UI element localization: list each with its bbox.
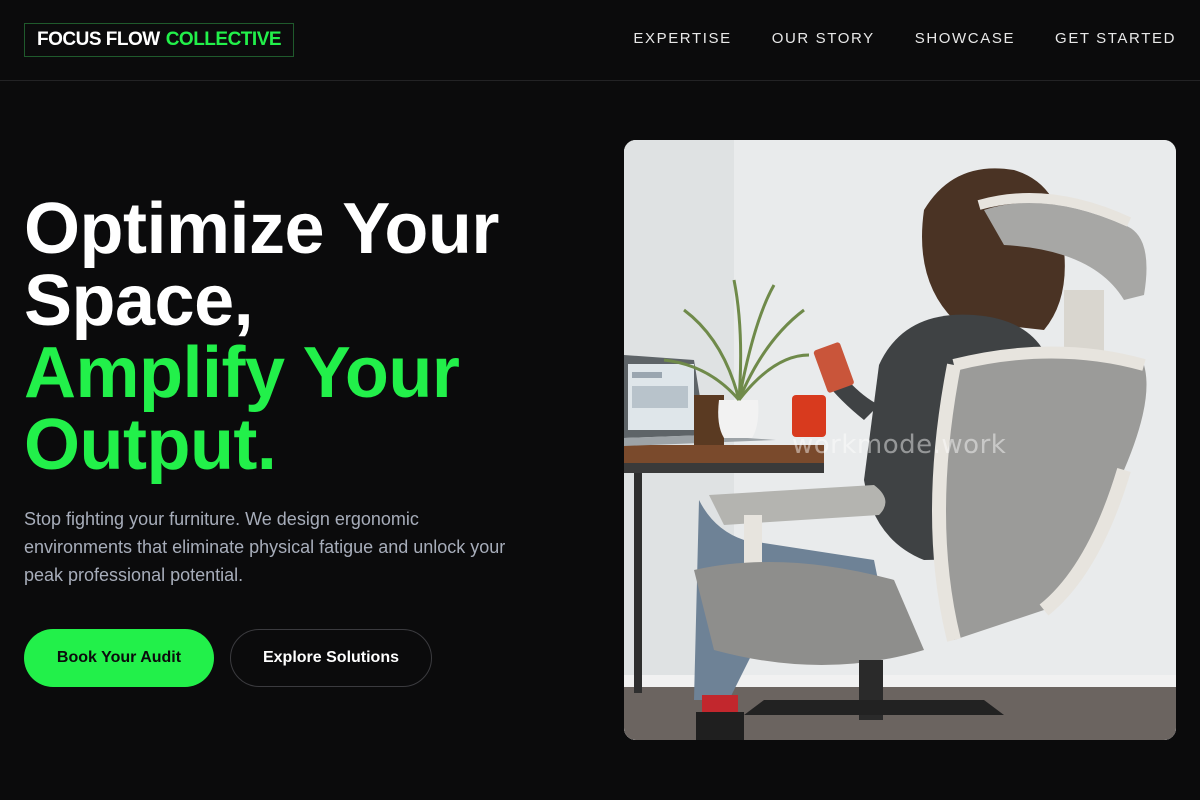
image-watermark: workmode.work — [792, 430, 1007, 460]
nav-item-our-story[interactable]: OUR STORY — [772, 30, 875, 48]
nav-item-showcase[interactable]: SHOWCASE — [915, 30, 1015, 48]
brand-name-primary: FOCUS FLOW — [37, 29, 160, 50]
hero-image: workmode.work — [624, 140, 1176, 740]
book-audit-button[interactable]: Book Your Audit — [24, 629, 214, 687]
headline-line-1: Optimize Your — [24, 189, 499, 269]
hero-headline: Optimize Your Space, Amplify Your Output… — [24, 193, 584, 481]
nav-item-get-started[interactable]: GET STARTED — [1055, 30, 1176, 48]
explore-solutions-button[interactable]: Explore Solutions — [230, 629, 432, 687]
main-nav: EXPERTISE OUR STORY SHOWCASE GET STARTED — [633, 30, 1176, 48]
nav-item-expertise[interactable]: EXPERTISE — [633, 30, 731, 48]
headline-accent-line-2: Output. — [24, 405, 277, 485]
site-header: FOCUS FLOW COLLECTIVE EXPERTISE OUR STOR… — [0, 0, 1200, 81]
brand-name-accent: COLLECTIVE — [165, 29, 282, 50]
brand-logo[interactable]: FOCUS FLOW COLLECTIVE — [24, 23, 295, 57]
headline-accent-line-1: Amplify Your — [24, 333, 460, 413]
hero-description: Stop fighting your furniture. We design … — [24, 509, 506, 585]
headline-line-2: Space, — [24, 261, 254, 341]
